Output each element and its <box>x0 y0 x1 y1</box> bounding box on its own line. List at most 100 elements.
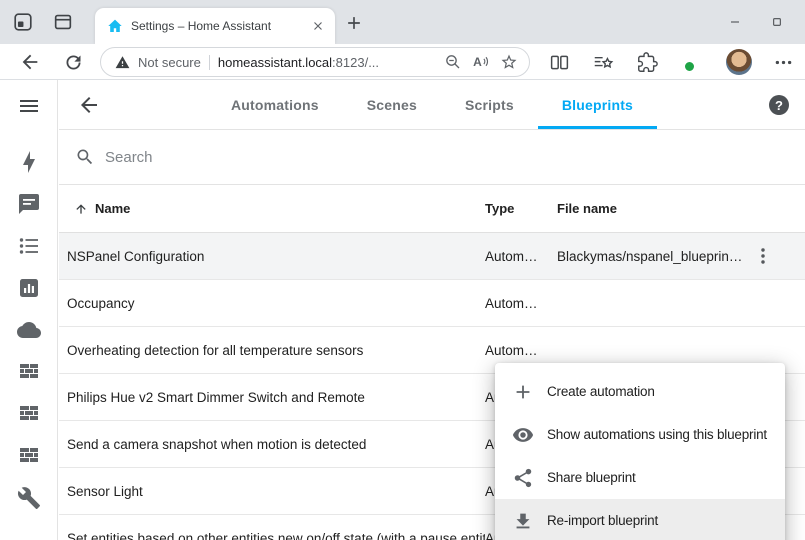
ha-sidebar <box>0 80 58 540</box>
split-screen-button[interactable] <box>548 50 572 74</box>
blueprint-type: Autom… <box>485 343 557 358</box>
table-row[interactable]: Occupancy Autom… <box>59 280 805 327</box>
column-header-file[interactable]: File name <box>557 201 749 216</box>
minimize-icon <box>727 14 743 30</box>
url-text[interactable]: homeassistant.local:8123/... <box>218 55 379 70</box>
back-icon <box>19 51 41 73</box>
window-close-button[interactable] <box>797 0 805 44</box>
menu-item-show-automations[interactable]: Show automations using this blueprint <box>495 413 785 456</box>
search-bar <box>59 130 805 185</box>
bricks-icon <box>17 402 41 426</box>
read-aloud-icon: A <box>473 55 489 69</box>
home-assistant-favicon <box>107 18 123 34</box>
tab-blueprints[interactable]: Blueprints <box>538 80 657 129</box>
chart-icon <box>17 276 41 300</box>
read-aloud-button[interactable]: A <box>471 52 491 72</box>
column-header-type[interactable]: Type <box>485 201 557 216</box>
blueprint-name: Overheating detection for all temperatur… <box>67 343 485 358</box>
sidebar-item-bricks-1[interactable] <box>17 360 41 384</box>
address-bar[interactable]: Not secure homeassistant.local:8123/... … <box>100 47 530 77</box>
menu-item-share-blueprint[interactable]: Share blueprint <box>495 456 785 499</box>
zoom-out-icon <box>444 53 462 71</box>
blueprint-type: Autom… <box>485 249 557 264</box>
blueprint-type: Autom… <box>485 296 557 311</box>
plus-icon <box>344 13 364 33</box>
security-label: Not secure <box>138 55 201 70</box>
maximize-icon <box>769 14 785 30</box>
url-path: :8123/... <box>332 55 379 70</box>
tab-scripts[interactable]: Scripts <box>441 80 538 129</box>
bookmark-button[interactable] <box>499 52 519 72</box>
blueprint-name: Occupancy <box>67 296 485 311</box>
browser-titlebar: Settings – Home Assistant <box>0 0 805 44</box>
tab-actions-icon <box>52 11 74 33</box>
sidebar-item-bolt[interactable] <box>17 150 41 174</box>
browser-tab[interactable]: Settings – Home Assistant <box>95 8 335 44</box>
sidebar-item-list[interactable] <box>17 234 41 258</box>
browser-window: Settings – Home Assistant <box>0 0 805 540</box>
question-mark-icon: ? <box>775 98 783 113</box>
star-icon <box>500 53 518 71</box>
chat-icon <box>17 192 41 216</box>
window-maximize-button[interactable] <box>757 0 797 44</box>
ha-tab-bar: Automations Scenes Scripts Blueprints <box>59 80 805 129</box>
tab-automations[interactable]: Automations <box>207 80 343 129</box>
extensions-puzzle-icon <box>637 52 659 73</box>
tab-scenes[interactable]: Scenes <box>343 80 441 129</box>
blueprint-name: Philips Hue v2 Smart Dimmer Switch and R… <box>67 390 485 405</box>
url-host: homeassistant.local <box>218 55 332 70</box>
cloud-icon <box>17 318 41 342</box>
tab-actions-button[interactable] <box>52 11 74 33</box>
workspaces-icon <box>12 11 34 33</box>
refresh-button[interactable] <box>62 50 86 74</box>
search-input[interactable] <box>105 149 789 166</box>
blueprint-file: Blackymas/nspanel_blueprin… <box>557 249 749 264</box>
tab-close-button[interactable] <box>309 17 327 35</box>
profile-avatar[interactable] <box>726 49 752 75</box>
browser-toolbar: Not secure homeassistant.local:8123/... … <box>0 44 805 80</box>
blueprint-name: NSPanel Configuration <box>67 249 485 264</box>
bricks-icon <box>17 360 41 384</box>
sort-ascending-icon <box>73 201 89 217</box>
help-button[interactable]: ? <box>769 95 789 115</box>
sidebar-item-bricks-3[interactable] <box>17 444 41 468</box>
home-assistant-page: Automations Scenes Scripts Blueprints ? <box>0 80 805 540</box>
row-context-menu: Create automation Show automations using… <box>495 363 785 540</box>
new-tab-button[interactable] <box>344 13 364 33</box>
table-header: Name Type File name <box>59 185 805 233</box>
refresh-icon <box>63 52 85 73</box>
zoom-button[interactable] <box>443 52 463 72</box>
favorites-button[interactable] <box>592 50 616 74</box>
sidebar-item-cloud[interactable] <box>17 318 41 342</box>
eye-icon <box>512 424 534 446</box>
ellipsis-icon <box>773 52 795 73</box>
split-screen-icon <box>549 52 571 73</box>
row-overflow-menu-button[interactable] <box>751 244 775 268</box>
sidebar-item-chat[interactable] <box>17 192 41 216</box>
browser-menu-button[interactable] <box>772 50 796 74</box>
wrench-icon <box>17 486 41 510</box>
kebab-icon <box>752 245 774 267</box>
blueprint-name: Set entities based on other entities new… <box>67 531 485 540</box>
table-row[interactable]: NSPanel Configuration Autom… Blackymas/n… <box>59 233 805 280</box>
extensions-button[interactable] <box>636 50 660 74</box>
warning-icon <box>115 55 130 70</box>
sidebar-item-wrench[interactable] <box>17 486 41 510</box>
pinned-extension-button[interactable] <box>681 50 705 74</box>
workspaces-button[interactable] <box>12 11 34 33</box>
menu-item-reimport-blueprint[interactable]: Re-import blueprint <box>495 499 785 540</box>
column-header-name[interactable]: Name <box>67 201 485 217</box>
sidebar-item-chart[interactable] <box>17 276 41 300</box>
tab-title: Settings – Home Assistant <box>131 19 301 33</box>
sidebar-item-bricks-2[interactable] <box>17 402 41 426</box>
sidebar-menu-button[interactable] <box>17 94 41 118</box>
search-icon <box>75 147 95 167</box>
menu-item-create-automation[interactable]: Create automation <box>495 370 785 413</box>
blueprint-name: Send a camera snapshot when motion is de… <box>67 437 485 452</box>
omnibox-divider <box>209 55 210 70</box>
share-icon <box>512 467 534 489</box>
download-icon <box>512 510 534 532</box>
ha-header: Automations Scenes Scripts Blueprints ? <box>59 80 805 130</box>
window-minimize-button[interactable] <box>715 0 755 44</box>
back-button[interactable] <box>18 50 42 74</box>
